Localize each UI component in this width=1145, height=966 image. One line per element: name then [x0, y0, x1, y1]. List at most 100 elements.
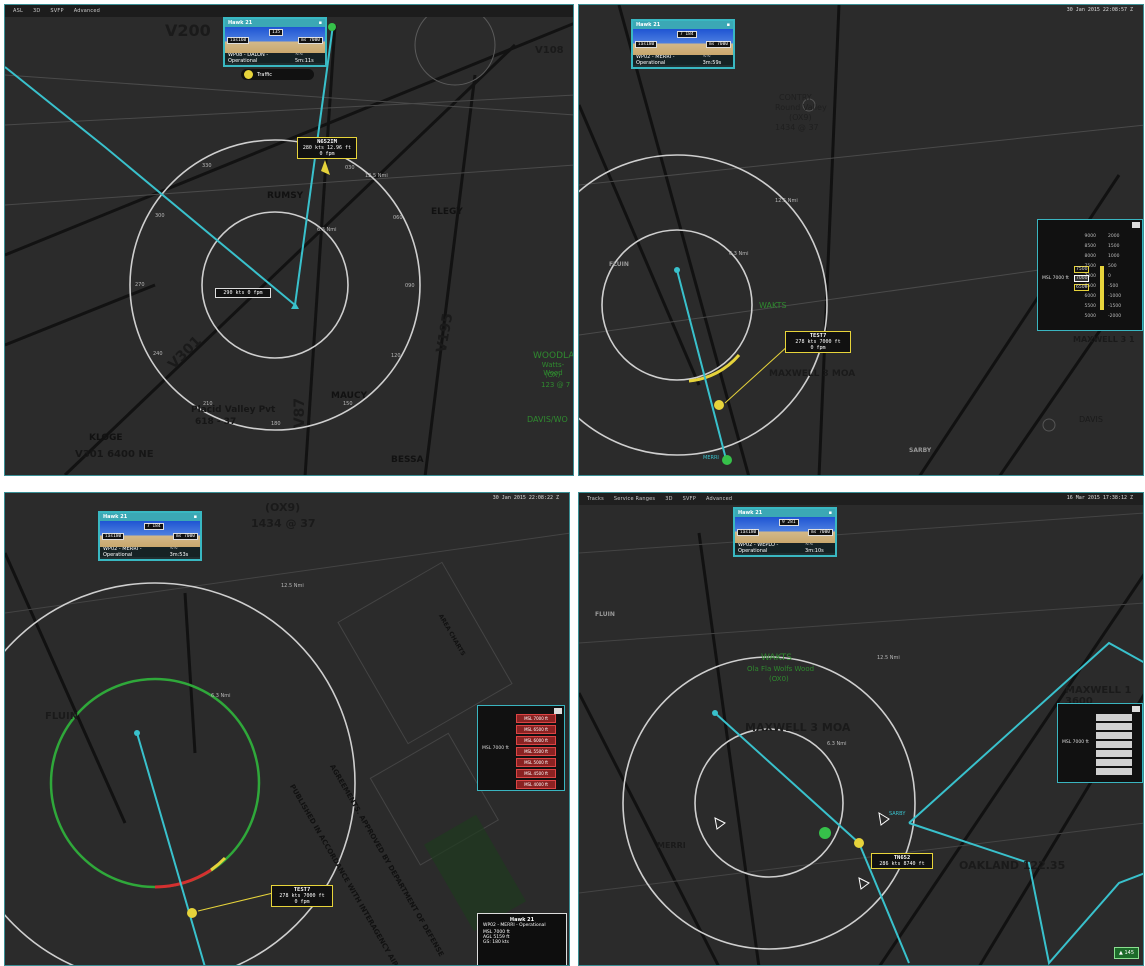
waypoint-fluin[interactable]: FLUIN [595, 611, 615, 618]
ownship-tag[interactable]: 290 kts 0 fpm [215, 288, 271, 298]
ring-label-inner: 6.3 Nmi [317, 227, 337, 233]
ring-label-outer: 12.5 Nmi [877, 655, 900, 661]
altitude-selected-label: MSL 7000 ft [1042, 276, 1069, 281]
pfd-altitude: 135 [269, 29, 284, 36]
pfd-vertical-rate: ms 7000 [298, 37, 323, 44]
vs-bar [1100, 266, 1104, 310]
altitude-selected-label: MSL 7000 ft [1062, 740, 1089, 745]
pfd-widget[interactable]: Hawk 21 ▪ 7 184 ias180 ms 7000 WP02 - MER… [631, 19, 735, 69]
map-label: DAVIS [1079, 415, 1103, 424]
waypoint-merri[interactable]: MERRI [657, 841, 686, 850]
pfd-widget[interactable]: Hawk 21 ▪ 9 281 ias180 ms 7000 WP02 - WEP… [733, 507, 837, 557]
waypoint-sarby[interactable]: SARBY [889, 811, 905, 817]
menu-advanced[interactable]: Advanced [74, 8, 100, 14]
altitude-tape-panel[interactable]: MSL 7000 ft 9000 8500 8000 7500 7000 6500 6000… [1037, 219, 1143, 331]
pfd-speed: ias180 [737, 529, 760, 536]
altitude-selected-label: MSL 7000 ft [482, 746, 509, 751]
arrow-up-icon: ▲ [1119, 950, 1123, 956]
pfd-eta: ~~ 3m:10s [805, 542, 824, 554]
waypoint-fluin[interactable]: FLUIN [45, 711, 78, 722]
altitude-selectors[interactable]: 7500 7000 6500 [1074, 264, 1090, 293]
ownship-tag-text: 290 kts 0 fpm [223, 290, 263, 296]
panel-bottom-right[interactable]: Tracks Service Ranges 3D SVFP Advanced 1… [578, 492, 1144, 966]
pfd-eta: ~~ 5m:11s [294, 52, 314, 64]
altitude-slot[interactable] [1096, 759, 1132, 766]
altitude-slot[interactable]: MSL 7000 ft [516, 714, 556, 723]
pfd-waypoint: WP02 - WEPLO - Operational [738, 542, 779, 554]
degree-090: 090 [405, 283, 415, 289]
map-label: (OX9) [789, 113, 812, 122]
pfd-eta: ~~ 3m:59s [702, 54, 722, 66]
waypoint-merri[interactable]: MERRI [703, 455, 719, 461]
menu-service-ranges[interactable]: Service Ranges [614, 496, 655, 502]
pfd-speed: ias160 [227, 37, 250, 44]
altitude-slot[interactable]: MSL 6000 ft [516, 736, 556, 745]
altitude-slot[interactable] [1096, 723, 1132, 730]
pfd-speed: ias180 [635, 41, 658, 48]
altitude-slot[interactable]: MSL 6500 ft [516, 725, 556, 734]
waypoint-elegy[interactable]: ELEGY [431, 207, 463, 217]
aircraft-info-panel[interactable]: Hawk 21 WP02 - MERRI - Operational MSL 7… [477, 913, 567, 965]
traffic-tag-line1: 286 kts 8740 ft [879, 861, 925, 867]
info-gs: GS: 180 kts [483, 940, 510, 945]
altitude-slot[interactable] [1096, 768, 1132, 775]
status-badge-value: 145 [1124, 950, 1134, 956]
menu-asl[interactable]: ASL [13, 8, 23, 14]
panel-bottom-left[interactable]: 30 Jan 2015 22:08:22 Z Hawk 21 ▪ 7 184 ia… [4, 492, 570, 966]
waypoint-maucy[interactable]: MAUCY [331, 391, 367, 401]
traffic-button[interactable]: Traffic [241, 69, 314, 80]
panel-top-right[interactable]: 30 Jan 2015 22:08:57 Z Hawk 21 ▪ 7 184 ia… [578, 4, 1144, 476]
traffic-tag[interactable]: N652IM 280 kts 12.96 ft 0 fpm [297, 137, 357, 159]
altitude-slot[interactable]: MSL 5000 ft [516, 758, 556, 767]
altitude-slot[interactable] [1096, 750, 1132, 757]
menu-3d[interactable]: 3D [665, 496, 672, 502]
timestamp: 16 Mar 2015 17:38:12 Z [1066, 495, 1133, 501]
degree-210: 210 [203, 401, 213, 407]
altitude-slot[interactable] [1096, 714, 1132, 721]
timestamp: 30 Jan 2015 22:08:22 Z [492, 495, 559, 501]
menu-svfp[interactable]: SVFP [50, 8, 63, 14]
close-icon[interactable] [1132, 222, 1140, 228]
map-label: WOODLA [533, 351, 574, 361]
pfd-widget[interactable]: Hawk 21 ▪ 135 ias160 ms 7000 WP08 - DALON… [223, 17, 327, 67]
panel-top-left[interactable]: ASL 3D SVFP Advanced V200 V301 V87 V195 … [4, 4, 574, 476]
vs-ticks: 2000 1500 1000 500 0 -500 -1000 -1500 -2000 [1108, 234, 1122, 319]
degree-240: 240 [153, 351, 163, 357]
map-label: Ola Fla Wolfs Wood [747, 665, 815, 673]
waypoint-fluin[interactable]: FLUIN [609, 261, 629, 268]
altitude-select-panel[interactable]: MSL 7000 ft [1057, 703, 1143, 783]
map-label: 1434 @ 37 [775, 123, 819, 132]
traffic-tag[interactable]: TEST7 278 kts 7000 ft 0 fpm [785, 331, 851, 353]
traffic-tag[interactable]: TEST7 278 kts 7000 ft 0 fpm [271, 885, 333, 907]
traffic-icon [244, 70, 253, 79]
traffic-tag[interactable]: TN652 286 kts 8740 ft [871, 853, 933, 869]
pfd-callsign: Hawk 21 [228, 20, 253, 26]
menu-advanced[interactable]: Advanced [706, 496, 732, 502]
waypoint-bessa[interactable]: BESSA [391, 455, 424, 465]
altitude-slot[interactable] [1096, 732, 1132, 739]
altitude-slot[interactable]: MSL 4000 ft [516, 780, 556, 789]
timestamp: 30 Jan 2015 22:08:57 Z [1066, 7, 1133, 13]
menu-3d[interactable]: 3D [33, 8, 40, 14]
waypoint-kloge[interactable]: KLOGE [89, 433, 123, 443]
status-badge[interactable]: ▲ 145 [1114, 947, 1139, 959]
map-label: CONTRY [779, 93, 812, 102]
degree-330: 330 [202, 163, 212, 169]
menu-tracks[interactable]: Tracks [587, 496, 604, 502]
map-label: Round Valley [775, 103, 827, 112]
pfd-widget[interactable]: Hawk 21 ▪ 7 184 ias180 ms 7000 WP02 - MER… [98, 511, 202, 561]
degree-300: 300 [155, 213, 165, 219]
altitude-select-panel[interactable]: MSL 7000 ft MSL 7000 ft MSL 6500 ft MSL … [477, 705, 565, 791]
waypoint-sarby[interactable]: SARBY [909, 447, 931, 454]
menu-svfp[interactable]: SVFP [683, 496, 696, 502]
altitude-slot[interactable] [1096, 741, 1132, 748]
altitude-slot[interactable]: MSL 4500 ft [516, 769, 556, 778]
map-label: (OX0) [769, 675, 789, 683]
pfd-callsign: Hawk 21 [636, 22, 661, 28]
waypoint-rumsy[interactable]: RUMSY [267, 191, 303, 201]
altitude-slot[interactable]: MSL 5500 ft [516, 747, 556, 756]
pfd-waypoint: WP02 - MERRI - Operational [103, 546, 142, 558]
degree-270: 270 [135, 282, 145, 288]
pfd-vertical-rate: ms 7000 [808, 529, 833, 536]
map-label: 123 @ 7 [541, 381, 571, 389]
